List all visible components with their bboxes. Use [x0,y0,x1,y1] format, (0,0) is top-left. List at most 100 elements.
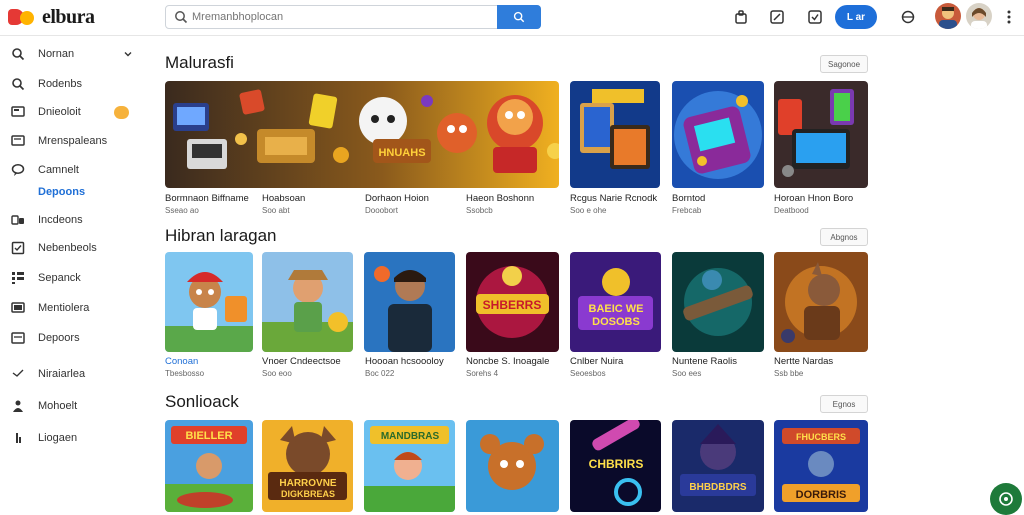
game-title[interactable]: Vnoer Cndeectsoe [262,356,341,367]
sidebar-item-sepanck[interactable]: Sepanck [0,267,148,289]
search-icon [513,11,525,23]
game-tile[interactable] [262,252,353,352]
sidebar-item-label: Rodenbs [38,78,83,90]
sidebar-item-liogaen[interactable]: Liogaen [0,427,148,449]
game-tile[interactable] [774,252,868,352]
avatar[interactable] [935,3,961,29]
game-title[interactable]: Hoooan hcsoooloy [365,356,444,367]
sidebar-item-incdeons[interactable]: Incdeons [0,209,148,231]
sidebar-item-label: Liogaen [38,432,78,444]
svg-text:BAEIC WE: BAEIC WE [589,303,644,315]
check-icon[interactable] [806,8,824,26]
sidebar: Nornan Rodenbs Dnieoloit Mrenspaleans Ca… [0,37,148,512]
bars-icon [16,433,21,443]
search-button[interactable] [497,5,541,29]
sidebar-item-mohoelt[interactable]: Mohoelt [0,395,148,417]
game-subtitle: Sorehs 4 [466,369,499,378]
game-tile[interactable]: BAEIC WE DOSOBS [570,252,661,352]
bell-icon[interactable] [899,8,917,26]
game-tile[interactable]: HARROVNE DIGKBREAS [262,420,353,512]
game-subtitle: Soo ees [672,369,702,378]
game-title[interactable]: Horoan Hnon Boro [774,193,853,204]
monitor-icon [11,135,25,146]
game-title[interactable]: Nuntene Raolis [672,356,737,367]
game-tile[interactable]: MANDBRAS [364,420,455,512]
game-tile[interactable]: FHUCBERS DORBRIS [774,420,868,512]
sidebar-item-niraiarlea[interactable]: Niraiarlea [0,363,148,385]
sidebar-item-label: Nebenbeols [38,242,97,254]
sidebar-item-label: Mentiolera [38,302,90,314]
sidebar-item-rodenbs[interactable]: Rodenbs [0,73,148,95]
sidebar-item-nebenbeols[interactable]: Nebenbeols [0,237,148,259]
sidebar-item-mentiolera[interactable]: Mentiolera [0,297,148,319]
game-tile[interactable] [466,420,559,512]
search-input[interactable] [192,8,492,26]
game-title[interactable]: Nertte Nardas [774,356,833,367]
app-logo[interactable]: elbura [8,6,95,28]
sidebar-item-label: Depoors [38,332,80,344]
sidebar-item-label: Niraiarlea [38,368,86,380]
sliders-icon [11,215,24,225]
see-all-button[interactable]: Abgnos [820,228,868,246]
game-title[interactable]: Conoan [165,356,198,367]
user-icon [13,400,23,412]
game-tile[interactable] [364,252,455,352]
game-title[interactable]: Hoabsoan [262,193,305,204]
game-subtitle: Seoesbos [570,369,606,378]
game-tile[interactable] [774,81,868,188]
monitor-icon [11,302,25,313]
game-title[interactable]: Borntod [672,193,705,204]
sidebar-item-depoons[interactable]: Depoons [0,181,148,203]
game-title[interactable]: Noncbe S. Inoagale [466,356,549,367]
section-title: Malurasfi [165,53,234,72]
game-tile[interactable] [672,81,764,188]
sidebar-item-depoors[interactable]: Depoors [0,327,148,349]
top-bar: elbura L ar [0,0,1024,36]
checkbox-icon [11,241,25,255]
game-title[interactable]: Bormnaon Biffname [165,193,249,204]
sidebar-item-dnieoloit[interactable]: Dnieoloit [0,101,148,123]
game-tile[interactable]: SHBERRS [466,252,559,352]
featured-game-banner[interactable]: HNUAHS [165,81,559,188]
game-tile[interactable] [570,81,660,188]
section-title: Hibran laragan [165,226,277,245]
svg-text:BHBDBDRS: BHBDBDRS [689,482,747,493]
game-tile[interactable]: BHBDBDRS [672,420,764,512]
game-tile[interactable]: CHBRIRS [570,420,661,512]
see-all-button[interactable]: Sagonoe [820,55,868,73]
svg-text:HNUAHS: HNUAHS [378,147,425,159]
search-icon [12,48,25,61]
sidebar-item-mrenspaleans[interactable]: Mrenspaleans [0,130,148,152]
logo-text: elbura [42,5,95,28]
game-title[interactable]: Dorhaon Hoion [365,193,429,204]
game-tile[interactable] [672,252,764,352]
game-tile[interactable]: BIELLER [165,420,253,512]
more-icon[interactable] [1000,8,1018,26]
svg-text:FHUCBERS: FHUCBERS [796,432,846,442]
svg-text:CHBRIRS: CHBRIRS [589,457,644,471]
puzzle-icon[interactable] [732,8,750,26]
game-title[interactable]: Rcgus Narie Rcnodk [570,193,657,204]
chat-icon [11,164,25,176]
svg-text:DORBRIS: DORBRIS [796,489,847,501]
notification-button[interactable]: L ar [835,5,877,29]
search-icon [175,11,188,24]
game-subtitle: Soo e ohe [570,206,607,215]
sidebar-item-label: Mohoelt [38,400,78,412]
sidebar-item-home[interactable]: Nornan [0,43,148,65]
chat-fab-button[interactable] [990,483,1022,515]
game-subtitle: Ssobcb [466,206,493,215]
avatar[interactable] [966,3,992,29]
game-title[interactable]: Cnlber Nuira [570,356,623,367]
sidebar-item-camnelt[interactable]: Camnelt [0,159,148,181]
game-title[interactable]: Haeon Boshonn [466,193,534,204]
search-bar [165,5,541,29]
game-subtitle: Tbesbosso [165,369,205,378]
monitor-icon [11,106,25,117]
game-tile[interactable] [165,252,253,352]
edit-icon[interactable] [768,8,786,26]
sidebar-item-label: Sepanck [38,272,81,284]
chevron-down-icon[interactable] [124,50,132,58]
see-all-button[interactable]: Egnos [820,395,868,413]
signal-icon [12,369,24,377]
